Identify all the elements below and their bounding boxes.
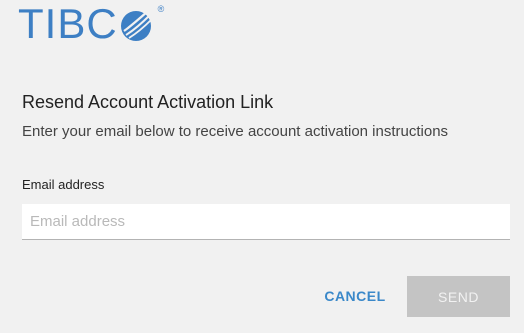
tibco-orb-icon: [120, 10, 152, 41]
email-label: Email address: [22, 177, 105, 192]
logo-text: TIBC: [18, 0, 118, 47]
registered-mark: ®: [157, 4, 165, 14]
send-button[interactable]: SEND: [407, 276, 510, 317]
cancel-button[interactable]: CANCEL: [316, 276, 394, 316]
tibco-logo: TIBC ®: [18, 2, 164, 46]
dialog-subtitle: Enter your email below to receive accoun…: [22, 123, 449, 140]
email-field[interactable]: [22, 204, 510, 240]
dialog-title: Resend Account Activation Link: [22, 92, 274, 112]
